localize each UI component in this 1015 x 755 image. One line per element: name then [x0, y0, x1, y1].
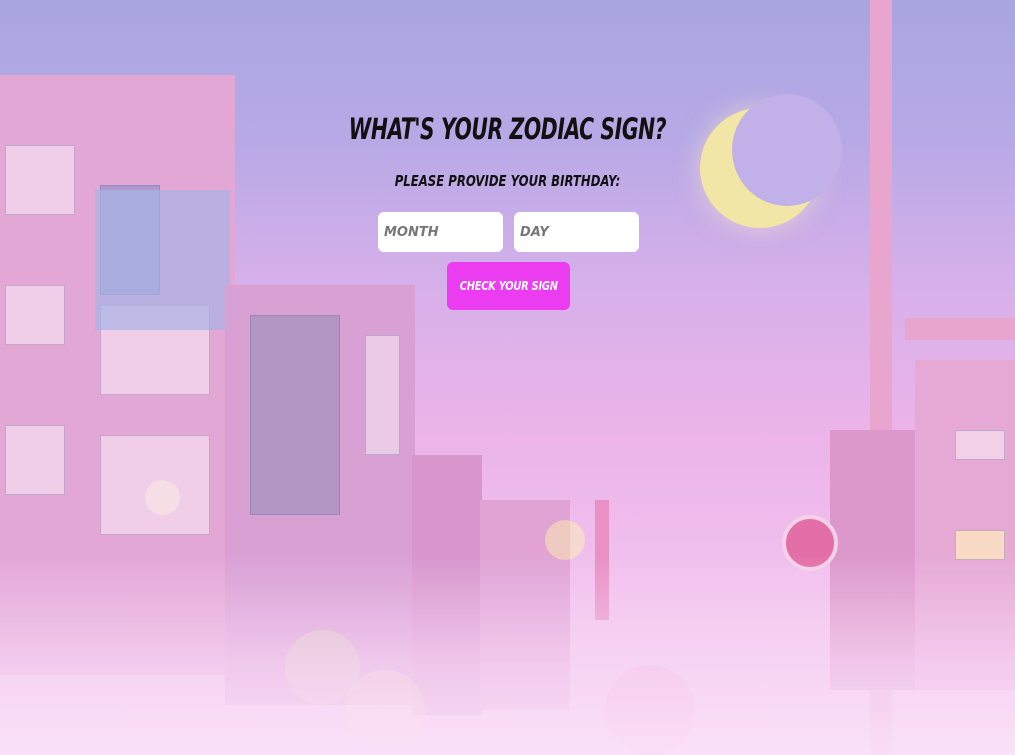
bokeh-light	[145, 480, 180, 515]
birthday-prompt: Please provide your birthday:	[394, 172, 621, 190]
page-title: What's your Zodiac sign?	[348, 112, 667, 146]
check-sign-button[interactable]: Check your sign	[447, 262, 570, 310]
window	[5, 285, 65, 345]
month-input[interactable]: Month	[378, 212, 503, 252]
check-sign-button-label: Check your sign	[459, 279, 558, 293]
bokeh-light	[545, 520, 585, 560]
month-placeholder: Month	[384, 224, 439, 240]
window	[250, 315, 340, 515]
building-left-top	[95, 190, 230, 330]
window	[5, 425, 65, 495]
ground-haze	[0, 555, 1015, 755]
day-placeholder: Day	[520, 224, 549, 240]
day-input[interactable]: Day	[514, 212, 639, 252]
crossbar	[905, 318, 1015, 340]
window	[955, 430, 1005, 460]
window	[365, 335, 400, 455]
window	[5, 145, 75, 215]
